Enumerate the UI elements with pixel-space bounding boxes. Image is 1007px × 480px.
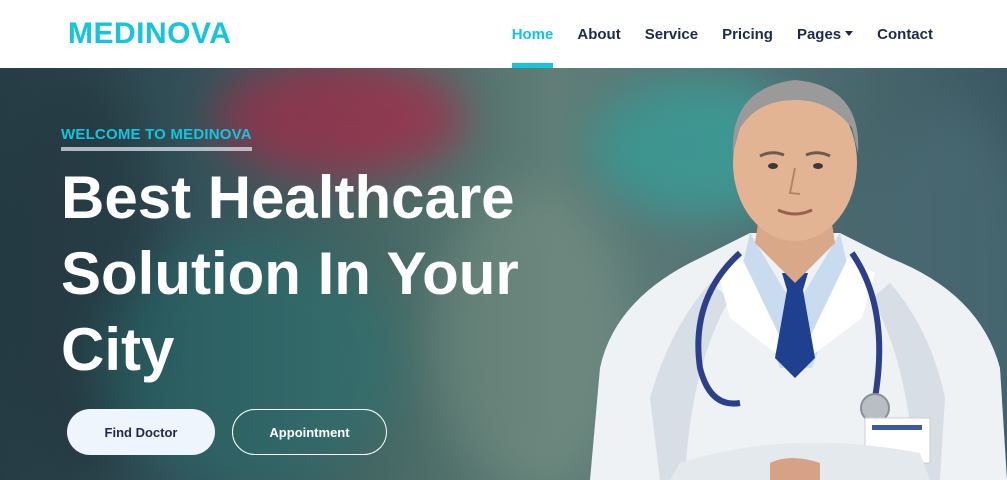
nav-item-pages[interactable]: Pages (785, 0, 865, 68)
main-nav: Home About Service Pricing Pages Contact (500, 0, 945, 68)
nav-item-label: About (577, 25, 621, 43)
nav-item-label: Home (511, 25, 554, 43)
hero-headline: Best Healthcare Solution In Your City (61, 164, 519, 383)
nav-item-label: Service (644, 25, 699, 43)
hero-eyebrow: WELCOME TO MEDINOVA (61, 126, 252, 151)
nav-item-label: Pricing (722, 25, 773, 43)
navbar: MEDINOVA Home About Service Pricing Page… (0, 0, 1007, 68)
caret-down-icon (845, 30, 854, 36)
nav-item-home[interactable]: Home (500, 0, 566, 68)
find-doctor-button[interactable]: Find Doctor (67, 409, 215, 455)
nav-item-contact[interactable]: Contact (865, 0, 945, 68)
doctor-portrait (590, 80, 1007, 480)
nav-item-label: Pages (796, 25, 842, 43)
nav-item-label: Contact (877, 25, 933, 43)
brand-logo[interactable]: MEDINOVA (68, 14, 231, 54)
nav-item-pricing[interactable]: Pricing (710, 0, 785, 68)
nav-item-about[interactable]: About (565, 0, 632, 68)
hero-section: WELCOME TO MEDINOVA Best Healthcare Solu… (0, 68, 1007, 480)
appointment-button[interactable]: Appointment (232, 409, 387, 455)
nav-item-service[interactable]: Service (633, 0, 710, 68)
